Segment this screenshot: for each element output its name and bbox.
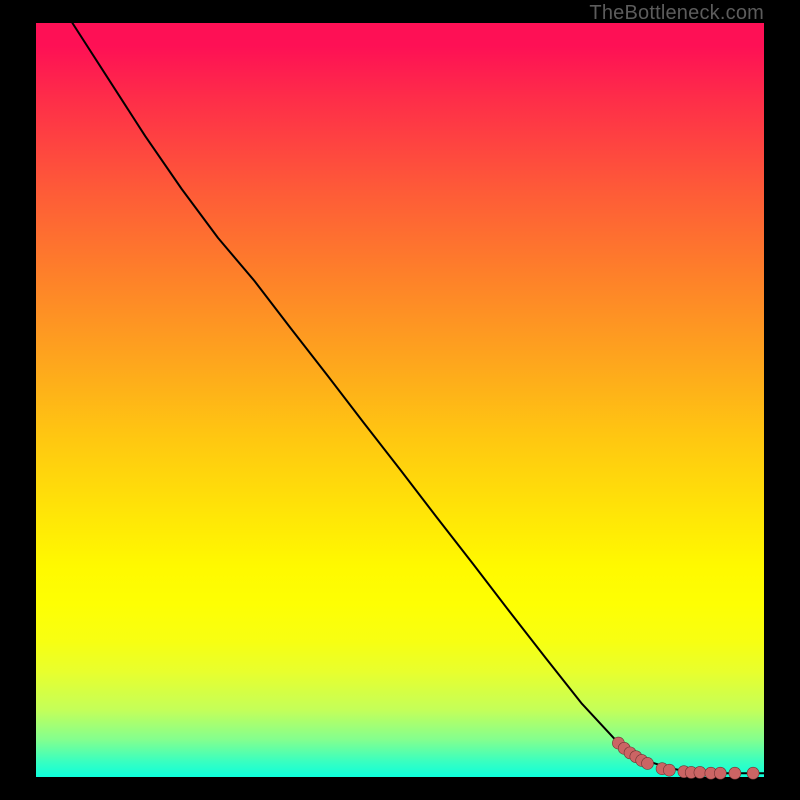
attribution-text: TheBottleneck.com <box>589 2 764 25</box>
chart-stage: TheBottleneck.com <box>0 0 800 800</box>
plot-area <box>36 23 764 777</box>
